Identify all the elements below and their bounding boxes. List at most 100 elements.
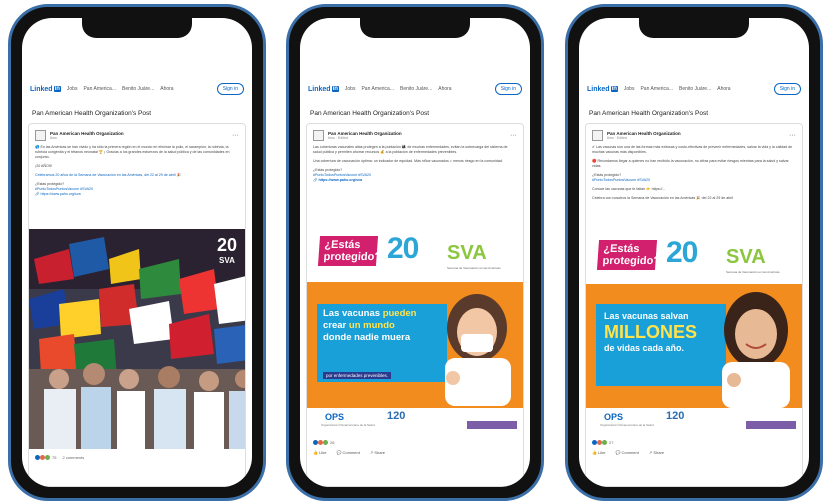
post-age: 6mo bbox=[50, 136, 57, 140]
post-title: Pan American Health Organization's Post bbox=[310, 110, 430, 117]
nav-jobs[interactable]: Jobs bbox=[67, 86, 78, 92]
nav-jobs[interactable]: Jobs bbox=[345, 86, 356, 92]
reaction-row[interactable]: 75 2 comments bbox=[35, 455, 84, 460]
poster-sva: SVA bbox=[726, 246, 766, 268]
linkedin-topbar: Linked in Jobs Pan America... Benito Juár… bbox=[579, 78, 809, 100]
author-row: Pan American Health Organization 6mo · E… bbox=[313, 130, 517, 141]
avatar[interactable] bbox=[313, 130, 324, 141]
nav-search-1[interactable]: Pan America... bbox=[640, 86, 673, 92]
poster-20: 20 bbox=[666, 236, 698, 269]
post-image[interactable]: ¿Estás protegido? 20 SVA Semana de Vacun… bbox=[586, 228, 802, 434]
msg-line-3: donde nadie muera bbox=[323, 332, 411, 343]
nav-now[interactable]: Ahora bbox=[160, 86, 173, 92]
hashtags-link[interactable]: #PuntoTodosPuntosVacune #SVA20 bbox=[592, 178, 796, 183]
post-title: Pan American Health Organization's Post bbox=[32, 110, 152, 117]
share-button[interactable]: ↗ Share bbox=[649, 450, 664, 455]
msg-line-2: crear bbox=[323, 320, 347, 331]
poster-sva: SVA bbox=[447, 242, 487, 264]
post-text-3: Celebramos 20 años de la Semana de Vacun… bbox=[35, 173, 182, 177]
reaction-count: 27 bbox=[609, 440, 614, 445]
comment-button[interactable]: 💬 Comment bbox=[336, 450, 359, 455]
more-options-icon[interactable]: ··· bbox=[510, 132, 517, 139]
linkedin-logo[interactable]: Linked in bbox=[587, 86, 618, 93]
support-reaction-icon bbox=[323, 440, 328, 445]
phone-frame-1: Linked in Jobs Pan America... Benito Juár… bbox=[8, 4, 266, 501]
more-options-icon[interactable]: ··· bbox=[232, 132, 239, 139]
phone-frame-2: Linked in Jobs Pan America... Benito Juár… bbox=[286, 4, 544, 501]
author-name[interactable]: Pan American Health Organization bbox=[50, 131, 124, 136]
ops-subtitle: Organización Panamericana de la Salud bbox=[321, 423, 375, 427]
post-text-1: ✔ Las vacunas son una de las formas más … bbox=[592, 145, 793, 154]
phone-screen: Linked in Jobs Pan America... Benito Juár… bbox=[300, 18, 530, 487]
msg-line-1: Las vacunas salvan bbox=[604, 311, 689, 321]
phone-notch bbox=[360, 18, 470, 38]
author-row: Pan American Health Organization 6mo ··· bbox=[35, 130, 239, 141]
nav-now[interactable]: Ahora bbox=[717, 86, 730, 92]
post-actions: 👍 Like 💬 Comment ↗ Share bbox=[313, 450, 385, 455]
share-button[interactable]: ↗ Share bbox=[370, 450, 385, 455]
post-card: Pan American Health Organization 6mo ···… bbox=[28, 123, 246, 487]
reaction-row[interactable]: 27 bbox=[592, 440, 613, 445]
poster-sva-sub: Semana de Vacunación en las Américas bbox=[726, 270, 780, 274]
url-link[interactable]: 🔗 https://www.paho.org/sva bbox=[35, 192, 239, 197]
nav-jobs[interactable]: Jobs bbox=[624, 86, 635, 92]
ops-logo: OPS bbox=[325, 412, 345, 422]
badge-number: 20 bbox=[216, 235, 237, 255]
poster-sva-sub: Semana de Vacunación en las Américas bbox=[447, 266, 501, 270]
ops-subtitle: Organización Panamericana de la Salud bbox=[600, 423, 654, 427]
nav-search-2[interactable]: Benito Juáre... bbox=[400, 86, 432, 92]
sign-in-button[interactable]: Sign in bbox=[216, 83, 244, 95]
post-title: Pan American Health Organization's Post bbox=[589, 110, 709, 117]
like-button[interactable]: 👍 Like bbox=[592, 450, 605, 455]
poster-question: ¿Estás protegido? bbox=[596, 240, 660, 270]
linkedin-topbar: Linked in Jobs Pan America... Benito Juár… bbox=[300, 78, 530, 100]
msg-highlight: MILLONES bbox=[604, 322, 697, 342]
poster-20: 20 bbox=[387, 232, 419, 265]
sign-in-button[interactable]: Sign in bbox=[773, 83, 801, 95]
post-actions: 👍 Like 💬 Comment ↗ Share bbox=[592, 450, 664, 455]
avatar[interactable] bbox=[35, 130, 46, 141]
post-text-2: ¡20 AÑOS! bbox=[35, 164, 53, 168]
poster-footer: OPS Organización Panamericana de la Salu… bbox=[586, 408, 802, 434]
post-card: Pan American Health Organization 6mo · E… bbox=[585, 123, 803, 487]
linkedin-topbar: Linked in Jobs Pan America... Benito Juár… bbox=[22, 78, 252, 100]
nav-search-1[interactable]: Pan America... bbox=[83, 86, 116, 92]
nav-search-2[interactable]: Benito Juáre... bbox=[122, 86, 154, 92]
url-link[interactable]: 🔗 https://www.paho.org/sva bbox=[313, 178, 517, 183]
phone-screen: Linked in Jobs Pan America... Benito Juár… bbox=[579, 18, 809, 487]
nav-search-2[interactable]: Benito Juáre... bbox=[679, 86, 711, 92]
msg-highlight-1: pueden bbox=[382, 308, 417, 319]
post-video[interactable]: 20 SVA bbox=[29, 229, 245, 449]
comment-button[interactable]: 💬 Comment bbox=[615, 450, 638, 455]
badge-label: SVA bbox=[219, 256, 235, 265]
more-options-icon[interactable]: ··· bbox=[789, 132, 796, 139]
poster-question: ¿Estás protegido? bbox=[317, 236, 381, 266]
linkedin-logo[interactable]: Linked in bbox=[308, 86, 339, 93]
vaccinated-girl-image bbox=[445, 294, 511, 406]
nav-now[interactable]: Ahora bbox=[438, 86, 451, 92]
nav-search-1[interactable]: Pan America... bbox=[361, 86, 394, 92]
msg-line-1: Las vacunas bbox=[323, 308, 381, 319]
comment-count[interactable]: 2 comments bbox=[62, 455, 84, 460]
ops-logo: OPS bbox=[604, 412, 624, 422]
post-text-2: Una cobertura de vacunación óptima: un i… bbox=[313, 159, 503, 163]
phone-notch bbox=[639, 18, 749, 38]
post-text-1: Las coberturas vacunales altas protegen … bbox=[313, 145, 508, 154]
poster-header: ¿Estás protegido? 20 SVA Semana de Vacun… bbox=[586, 228, 802, 284]
post-text-2: 🔴 Recordamos llegar a quienes no han rec… bbox=[592, 159, 789, 168]
phone-notch bbox=[82, 18, 192, 38]
smiling-girl-image bbox=[722, 292, 790, 408]
crowd-flags-image bbox=[29, 229, 245, 449]
reaction-row[interactable]: 26 bbox=[313, 440, 334, 445]
post-text-1: 🌎 En las Américas se han vivido y ha sid… bbox=[35, 145, 230, 159]
post-image[interactable]: ¿Estás protegido? 20 SVA Semana de Vacun… bbox=[307, 224, 523, 434]
like-button[interactable]: 👍 Like bbox=[313, 450, 326, 455]
phone-screen: Linked in Jobs Pan America... Benito Juár… bbox=[22, 18, 252, 487]
sign-in-button[interactable]: Sign in bbox=[494, 83, 522, 95]
linkedin-logo[interactable]: Linked in bbox=[30, 86, 61, 93]
reaction-count: 75 bbox=[52, 455, 57, 460]
support-reaction-icon bbox=[45, 455, 50, 460]
poster-message-sub: por enfermedades prevenibles. bbox=[323, 372, 392, 379]
post-age: 6mo · Edited bbox=[328, 136, 348, 140]
avatar[interactable] bbox=[592, 130, 603, 141]
